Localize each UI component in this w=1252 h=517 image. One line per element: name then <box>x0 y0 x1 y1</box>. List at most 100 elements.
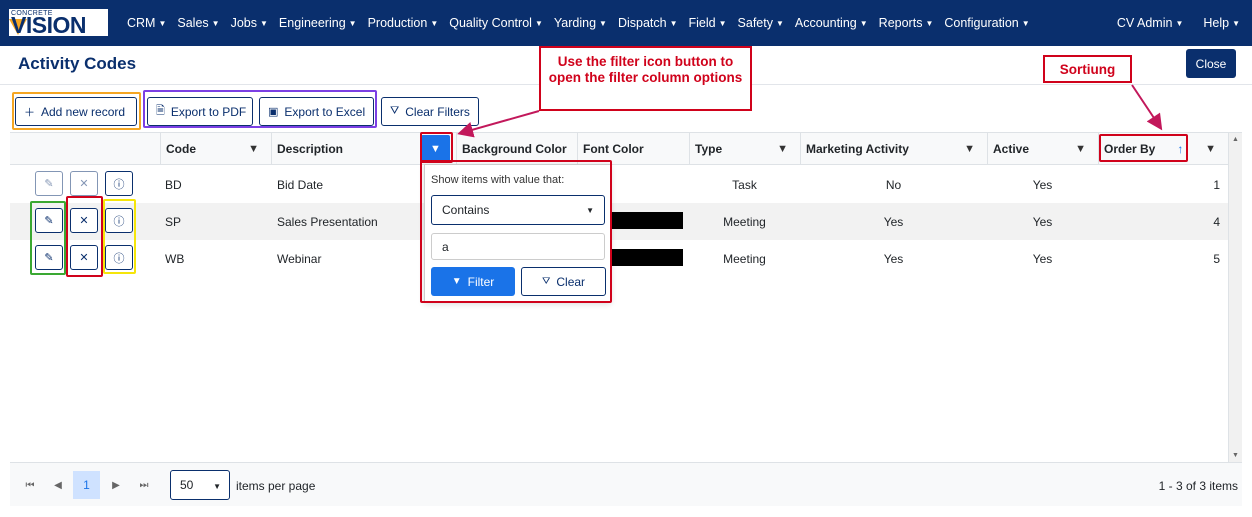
sort-callout-arrow <box>1131 84 1163 131</box>
filter-icon[interactable]: ▼ <box>1075 143 1086 155</box>
menu-sales[interactable]: Sales ▼ <box>177 16 219 30</box>
prev-page-icon[interactable]: ◀ <box>48 471 68 499</box>
export-pdf-button[interactable]: 🗎 Export to PDF <box>147 97 253 126</box>
menu-jobs[interactable]: Jobs ▼ <box>231 16 268 30</box>
apply-filter-button[interactable]: ▼ Filter <box>431 267 515 296</box>
column-label: Description <box>277 142 344 156</box>
delete-button[interactable]: ✕ <box>70 208 98 233</box>
info-icon: ⓘ <box>113 252 125 265</box>
grid-pager: ⏮ ◀ 1 ▶ ⏭ 50 ▼ items per page 1 - 3 of 3… <box>10 462 1242 506</box>
menu-user[interactable]: CV Admin ▼ <box>1117 16 1184 30</box>
filter-icon[interactable]: ▼ <box>248 143 259 155</box>
scroll-down-icon[interactable]: ▼ <box>1232 452 1239 459</box>
col-header-font-color[interactable]: Font Color <box>577 133 689 165</box>
column-label: Marketing Activity <box>806 142 909 156</box>
menu-configuration[interactable]: Configuration ▼ <box>944 16 1029 30</box>
menu-safety[interactable]: Safety ▼ <box>738 16 784 30</box>
next-page-icon[interactable]: ▶ <box>106 471 126 499</box>
edit-button[interactable]: ✎ <box>35 171 63 196</box>
button-label: Filter <box>467 274 495 289</box>
menu-field[interactable]: Field ▼ <box>689 16 727 30</box>
menu-engineering[interactable]: Engineering ▼ <box>279 16 357 30</box>
filter-popup-label: Show items with value that: <box>431 174 565 186</box>
sort-ascending-icon: ↑ <box>1177 142 1184 156</box>
delete-button[interactable]: ✕ <box>70 245 98 270</box>
filter-operator-select[interactable]: Contains ▼ <box>431 195 605 225</box>
menu-label: Help <box>1203 16 1230 30</box>
current-page-button[interactable]: 1 <box>73 471 100 499</box>
chevron-down-icon: ▼ <box>669 19 678 29</box>
menu-crm[interactable]: CRM ▼ <box>127 16 166 30</box>
filter-value-input[interactable]: a <box>431 233 605 260</box>
menu-production[interactable]: Production ▼ <box>368 16 439 30</box>
filter-icon: ▼ <box>451 276 462 287</box>
button-label: Clear Filters <box>405 104 470 119</box>
col-header-background-color[interactable]: Background Color <box>456 133 577 165</box>
description-filter-button[interactable]: ▼ <box>421 135 450 162</box>
export-excel-button[interactable]: ▣ Export to Excel <box>259 97 374 126</box>
delete-button[interactable]: ✕ <box>70 171 98 196</box>
edit-button[interactable]: ✎ <box>35 245 63 270</box>
scroll-up-icon[interactable]: ▲ <box>1232 136 1239 143</box>
chevron-down-icon: ▼ <box>586 206 594 215</box>
column-label: Font Color <box>583 142 644 156</box>
column-label: Active <box>993 142 1030 156</box>
cell-description: Sales Presentation <box>277 214 378 229</box>
chevron-down-icon: ▼ <box>430 19 439 29</box>
filter-icon: ▼ <box>430 142 441 155</box>
info-button[interactable]: ⓘ <box>105 245 133 270</box>
cell-active: Yes <box>1032 251 1053 266</box>
last-page-icon[interactable]: ⏭ <box>134 471 154 499</box>
clear-filters-button[interactable]: ⛛ Clear Filters <box>381 97 479 126</box>
menu-label: Reports <box>878 16 923 30</box>
col-header-order-by[interactable]: Order By ↑ ▼ <box>1098 133 1228 165</box>
menu-yarding[interactable]: Yarding ▼ <box>554 16 607 30</box>
close-button[interactable]: Close <box>1186 49 1236 78</box>
menu-dispatch[interactable]: Dispatch ▼ <box>618 16 678 30</box>
menu-help[interactable]: Help ▼ <box>1203 16 1240 30</box>
pencil-icon: ✎ <box>44 252 54 264</box>
menu-label: CRM <box>127 16 156 30</box>
info-button[interactable]: ⓘ <box>105 171 133 196</box>
menu-quality-control[interactable]: Quality Control ▼ <box>449 16 543 30</box>
cell-description: Webinar <box>277 251 322 266</box>
col-header-type[interactable]: Type ▼ <box>689 133 800 165</box>
col-header-marketing-activity[interactable]: Marketing Activity ▼ <box>800 133 987 165</box>
filter-icon[interactable]: ▼ <box>777 143 788 155</box>
vertical-scrollbar[interactable]: ▲ ▼ <box>1228 133 1242 462</box>
filter-callout: Use the filter icon button to open the f… <box>539 46 752 111</box>
close-icon: ✕ <box>79 252 89 264</box>
menu-label: Yarding <box>553 16 597 30</box>
page-title: Activity Codes <box>18 54 137 73</box>
cell-marketing: No <box>885 177 902 192</box>
cell-active: Yes <box>1032 177 1053 192</box>
menu-reports[interactable]: Reports ▼ <box>879 16 934 30</box>
chevron-down-icon: ▼ <box>775 19 784 29</box>
cell-type: Meeting <box>723 214 766 229</box>
first-page-icon[interactable]: ⏮ <box>20 471 40 499</box>
column-label: Type <box>695 142 723 156</box>
select-value: Contains <box>442 203 490 217</box>
cell-code: SP <box>165 214 182 229</box>
cell-marketing: Yes <box>883 251 904 266</box>
menu-accounting[interactable]: Accounting ▼ <box>795 16 868 30</box>
filter-icon[interactable]: ▼ <box>1205 143 1216 155</box>
app-logo[interactable]: CONCRETE VISION <box>9 9 108 37</box>
info-button[interactable]: ⓘ <box>105 208 133 233</box>
cell-marketing: Yes <box>883 214 904 229</box>
edit-button[interactable]: ✎ <box>35 208 63 233</box>
col-header-code[interactable]: Code ▼ <box>160 133 271 165</box>
page-size-select[interactable]: 50 ▼ <box>170 470 230 500</box>
top-navbar: CONCRETE VISION CRM ▼ Sales ▼ Jobs ▼ Engine… <box>0 0 1252 46</box>
filter-icon[interactable]: ▼ <box>964 143 975 155</box>
chevron-down-icon: ▼ <box>260 19 268 29</box>
activity-codes-grid: Code ▼ Description ▼ Background Color Fon… <box>10 132 1242 462</box>
cell-description: Bid Date <box>277 177 324 192</box>
col-header-active[interactable]: Active ▼ <box>987 133 1098 165</box>
menu-label: Production <box>367 16 428 30</box>
clear-filter-button[interactable]: ⛛ Clear <box>521 267 606 296</box>
add-record-button[interactable]: ＋ Add new record <box>15 97 137 126</box>
cell-type: Meeting <box>723 251 766 266</box>
table-row: ✎ ✕ ⓘ BD Bid Date Task No Yes 1 <box>10 166 1228 203</box>
chevron-down-icon: ▼ <box>718 19 727 29</box>
